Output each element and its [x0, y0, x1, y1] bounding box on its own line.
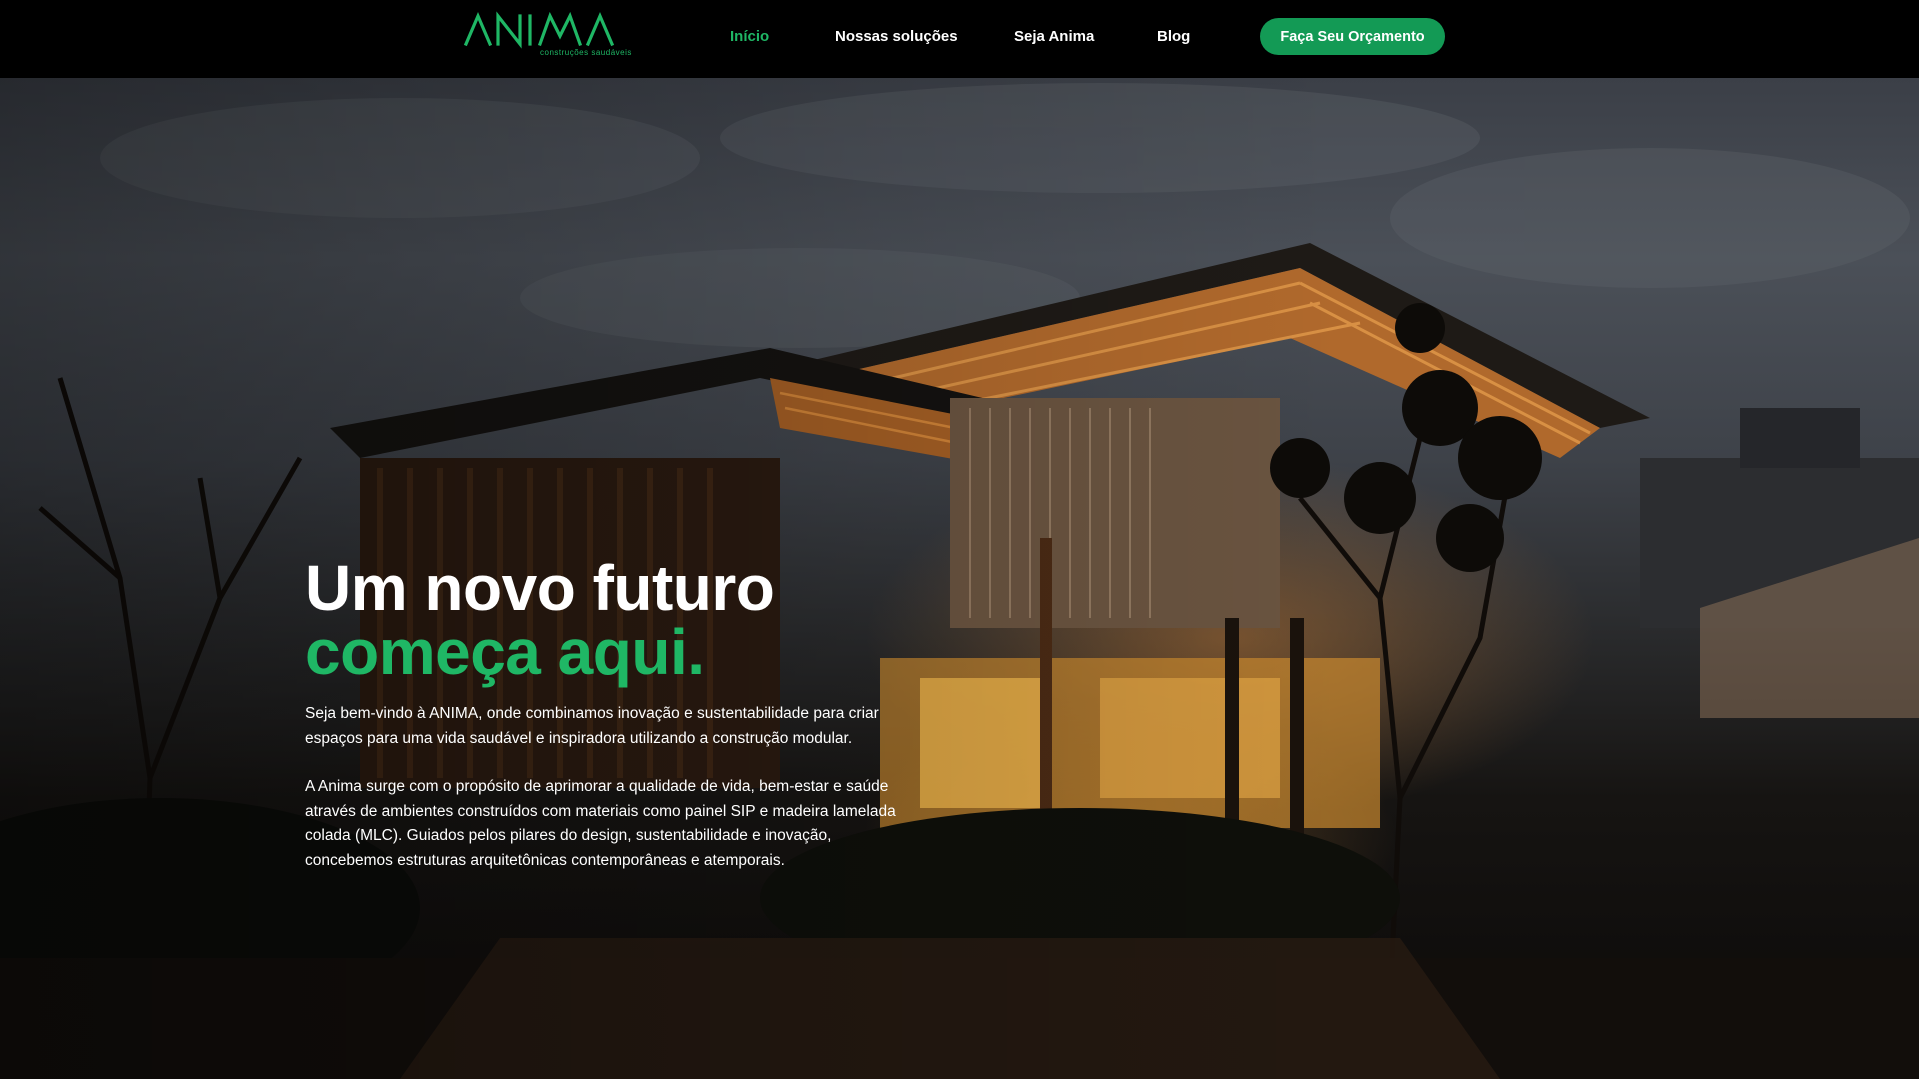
hero-overlay — [0, 78, 1919, 1079]
nav-seja-anima[interactable]: Seja Anima — [1014, 28, 1094, 45]
anima-logo-mark — [463, 11, 615, 49]
hero-paragraph-intro: Seja bem-vindo à ANIMA, onde combinamos … — [305, 705, 879, 747]
site-header: construções saudáveis Início Nossas solu… — [0, 0, 1919, 78]
hero-paragraph-about: A Anima surge com o propósito de aprimor… — [305, 778, 896, 869]
hero-section: Um novo futuro começa aqui. Seja bem-vin… — [0, 78, 1919, 1079]
nav-nossas-solucoes[interactable]: Nossas soluções — [835, 28, 958, 45]
hero-title-line2: começa aqui. — [305, 616, 705, 688]
nav-blog[interactable]: Blog — [1157, 28, 1190, 45]
nav-inicio[interactable]: Início — [730, 28, 769, 45]
anima-logo[interactable]: construções saudáveis — [462, 10, 632, 62]
logo-tagline: construções saudáveis — [540, 48, 632, 57]
hero-content: Um novo futuro começa aqui. Seja bem-vin… — [305, 556, 905, 873]
quote-cta-button[interactable]: Faça Seu Orçamento — [1260, 18, 1445, 55]
hero-title-line1: Um novo futuro — [305, 552, 775, 624]
